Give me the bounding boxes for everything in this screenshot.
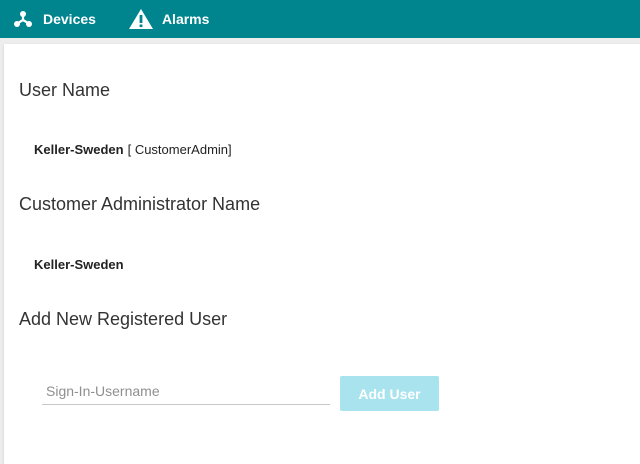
customer-admin-heading: Customer Administrator Name [19, 194, 261, 214]
alarm-warning-icon [128, 8, 154, 30]
customer-admin-value: Keller-Sweden [34, 257, 124, 272]
user-role-text: [ CustomerAdmin] [127, 142, 232, 157]
user-name-value: Keller-Sweden[ CustomerAdmin] [34, 142, 232, 157]
devices-icon [13, 9, 33, 29]
nav-alarms[interactable]: Alarms [128, 0, 209, 38]
add-user-heading: Add New Registered User [19, 309, 228, 329]
customer-admin-name: Keller-Sweden [34, 257, 124, 272]
top-navigation-bar: Devices Alarms [0, 0, 640, 38]
user-name-text: Keller-Sweden [34, 142, 124, 157]
nav-alarms-label: Alarms [161, 11, 210, 27]
username-input-container [42, 378, 330, 405]
sign-in-username-input[interactable] [42, 378, 330, 404]
nav-devices-label: Devices [43, 11, 96, 27]
user-name-heading: User Name [19, 80, 111, 100]
nav-devices[interactable]: Devices [13, 0, 96, 38]
add-user-button[interactable]: Add User [340, 376, 439, 411]
user-settings-card: User Name Keller-Sweden[ CustomerAdmin] … [4, 44, 640, 464]
